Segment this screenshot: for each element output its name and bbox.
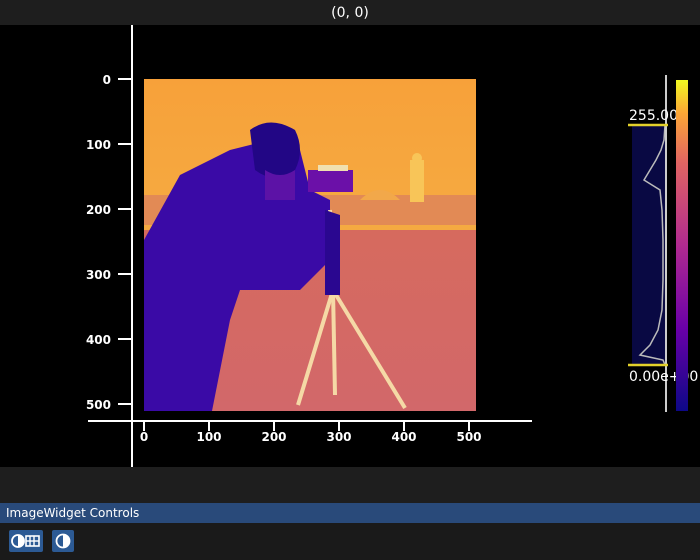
colorbar-max-label: 255.00 (629, 108, 678, 124)
contrast-icon (55, 533, 71, 549)
x-tick-label: 0 (140, 430, 148, 444)
x-tick-label: 200 (261, 430, 286, 444)
histogram-lut-tool[interactable]: 255.00 0.00e+00 (628, 75, 698, 412)
image-graphic[interactable] (144, 79, 476, 411)
y-tick-label: 500 (86, 398, 111, 412)
y-tick-label: 200 (86, 203, 111, 217)
figure-title-bar: (0, 0) (0, 0, 700, 25)
y-tick-label: 100 (86, 138, 111, 152)
contrast-histogram-icon (11, 534, 40, 548)
y-tick-label: 0 (103, 73, 111, 87)
controls-panel-title: ImageWidget Controls (6, 506, 140, 520)
spacer (0, 467, 700, 503)
y-axis: 0 100 200 300 400 500 (86, 25, 133, 467)
y-tick-label: 300 (86, 268, 111, 282)
controls-panel-header[interactable]: ImageWidget Controls (0, 503, 700, 523)
controls-panel (0, 523, 700, 560)
x-tick-label: 500 (456, 430, 481, 444)
histogram-toggle-button[interactable] (9, 530, 43, 552)
x-axis: 0 100 200 300 400 500 (88, 420, 532, 444)
contrast-button[interactable] (52, 530, 74, 552)
x-tick-label: 400 (391, 430, 416, 444)
histogram-region[interactable] (632, 125, 666, 365)
x-tick-label: 100 (196, 430, 221, 444)
figure-svg[interactable]: 0 100 200 300 400 500 0 100 200 300 400 … (0, 25, 700, 467)
x-tick-label: 300 (326, 430, 351, 444)
plot-canvas[interactable]: 0 100 200 300 400 500 0 100 200 300 400 … (0, 25, 700, 467)
cursor-coordinate-readout: (0, 0) (331, 4, 369, 21)
colorbar[interactable] (676, 80, 688, 411)
y-tick-label: 400 (86, 333, 111, 347)
